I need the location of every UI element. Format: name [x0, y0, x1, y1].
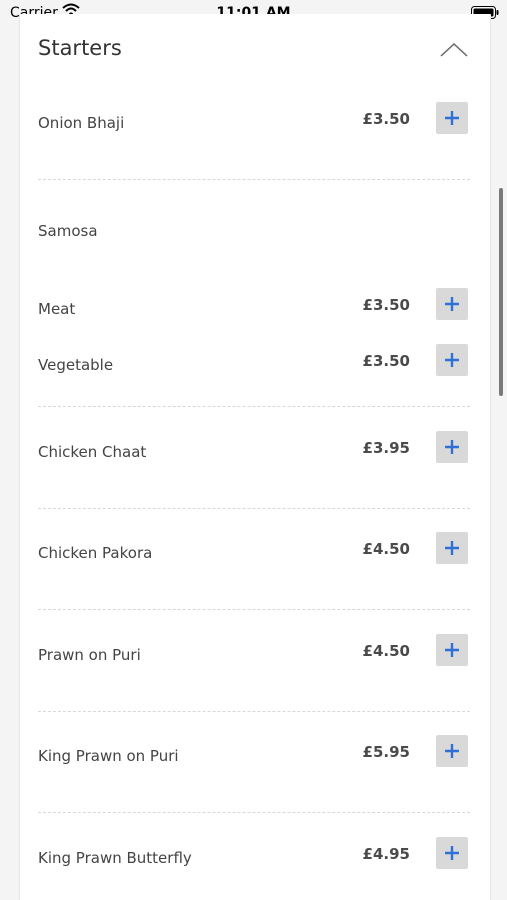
divider: [38, 711, 470, 712]
item-price: £4.50: [362, 540, 410, 558]
item-price: £3.50: [362, 296, 410, 314]
section-title: Starters: [38, 36, 122, 60]
divider: [38, 609, 470, 610]
add-button[interactable]: [436, 837, 468, 869]
add-button[interactable]: [436, 431, 468, 463]
divider: [38, 179, 470, 180]
add-button[interactable]: [436, 102, 468, 134]
item-price: £3.50: [362, 110, 410, 128]
add-button[interactable]: [436, 532, 468, 564]
item-price: £4.95: [362, 845, 410, 863]
item-name: Chicken Pakora: [38, 544, 153, 562]
item-price: £3.95: [362, 439, 410, 457]
divider: [38, 406, 470, 407]
item-price: £3.50: [362, 352, 410, 370]
scrollbar[interactable]: [499, 188, 503, 396]
item-name: Prawn on Puri: [38, 646, 141, 664]
add-button[interactable]: [436, 634, 468, 666]
add-button[interactable]: [436, 735, 468, 767]
item-name: Onion Bhaji: [38, 114, 125, 132]
item-name: Vegetable: [38, 356, 114, 374]
menu-card: Starters Onion Bhaji £3.50 Samosa Meat £…: [19, 14, 491, 900]
divider: [38, 812, 470, 813]
item-name: Chicken Chaat: [38, 443, 147, 461]
group-name: Samosa: [38, 222, 98, 240]
item-name: Meat: [38, 300, 76, 318]
section-header[interactable]: Starters: [20, 14, 490, 84]
chevron-up-icon[interactable]: [438, 38, 470, 62]
divider: [38, 508, 470, 509]
item-name: King Prawn on Puri: [38, 747, 179, 765]
add-button[interactable]: [436, 344, 468, 376]
item-price: £5.95: [362, 743, 410, 761]
add-button[interactable]: [436, 288, 468, 320]
item-price: £4.50: [362, 642, 410, 660]
item-name: King Prawn Butterfly: [38, 849, 192, 867]
